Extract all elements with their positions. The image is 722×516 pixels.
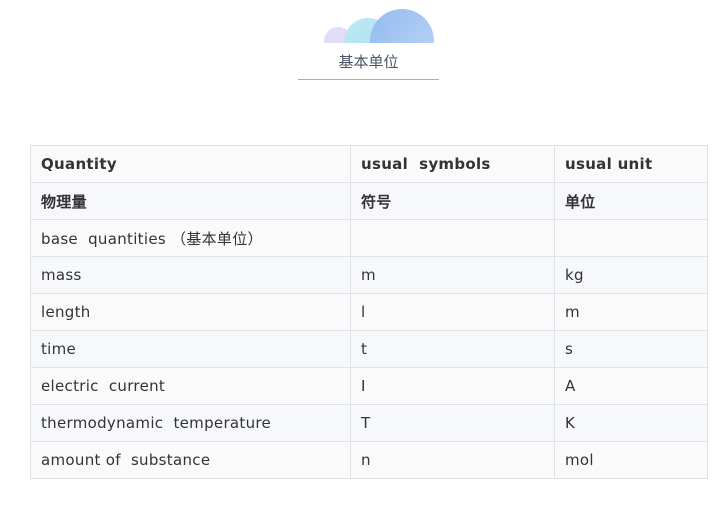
header-symbols: usual symbols — [350, 145, 555, 183]
cell-quantity: thermodynamic temperature — [30, 404, 351, 442]
table-row: base quantities （基本单位） — [30, 219, 708, 257]
subheader-unit: 单位 — [554, 182, 708, 220]
cell-symbol: t — [350, 330, 555, 368]
cell-unit: A — [554, 367, 708, 405]
cell-quantity: time — [30, 330, 351, 368]
cell-unit: s — [554, 330, 708, 368]
cell-symbol: l — [350, 293, 555, 331]
table-header-row: Quantity usual symbols usual unit — [30, 145, 708, 183]
cell-symbol: m — [350, 256, 555, 294]
table-row: mass m kg — [30, 256, 708, 294]
table-row: thermodynamic temperature T K — [30, 404, 708, 442]
table-row: length l m — [30, 293, 708, 331]
cell-quantity: mass — [30, 256, 351, 294]
cell-unit: K — [554, 404, 708, 442]
table-row: time t s — [30, 330, 708, 368]
cell-unit: mol — [554, 441, 708, 479]
cell-unit: kg — [554, 256, 708, 294]
cell-quantity: base quantities （基本单位） — [30, 219, 351, 257]
cell-quantity: electric current — [30, 367, 351, 405]
table-subheader-row: 物理量 符号 单位 — [30, 182, 708, 220]
cell-symbol — [350, 219, 555, 257]
cell-unit — [554, 219, 708, 257]
header-unit: usual unit — [554, 145, 708, 183]
subheader-quantity: 物理量 — [30, 182, 351, 220]
subheader-symbol: 符号 — [350, 182, 555, 220]
header-quantity: Quantity — [30, 145, 351, 183]
cell-quantity: length — [30, 293, 351, 331]
cell-quantity: amount of substance — [30, 441, 351, 479]
cell-symbol: T — [350, 404, 555, 442]
table-row: electric current I A — [30, 367, 708, 405]
cell-unit: m — [554, 293, 708, 331]
section-title: 基本单位 — [298, 50, 439, 80]
table-row: amount of substance n mol — [30, 441, 708, 479]
cell-symbol: I — [350, 367, 555, 405]
cell-symbol: n — [350, 441, 555, 479]
units-table: Quantity usual symbols usual unit 物理量 符号… — [30, 145, 708, 479]
decorative-circles-icon — [322, 9, 436, 45]
